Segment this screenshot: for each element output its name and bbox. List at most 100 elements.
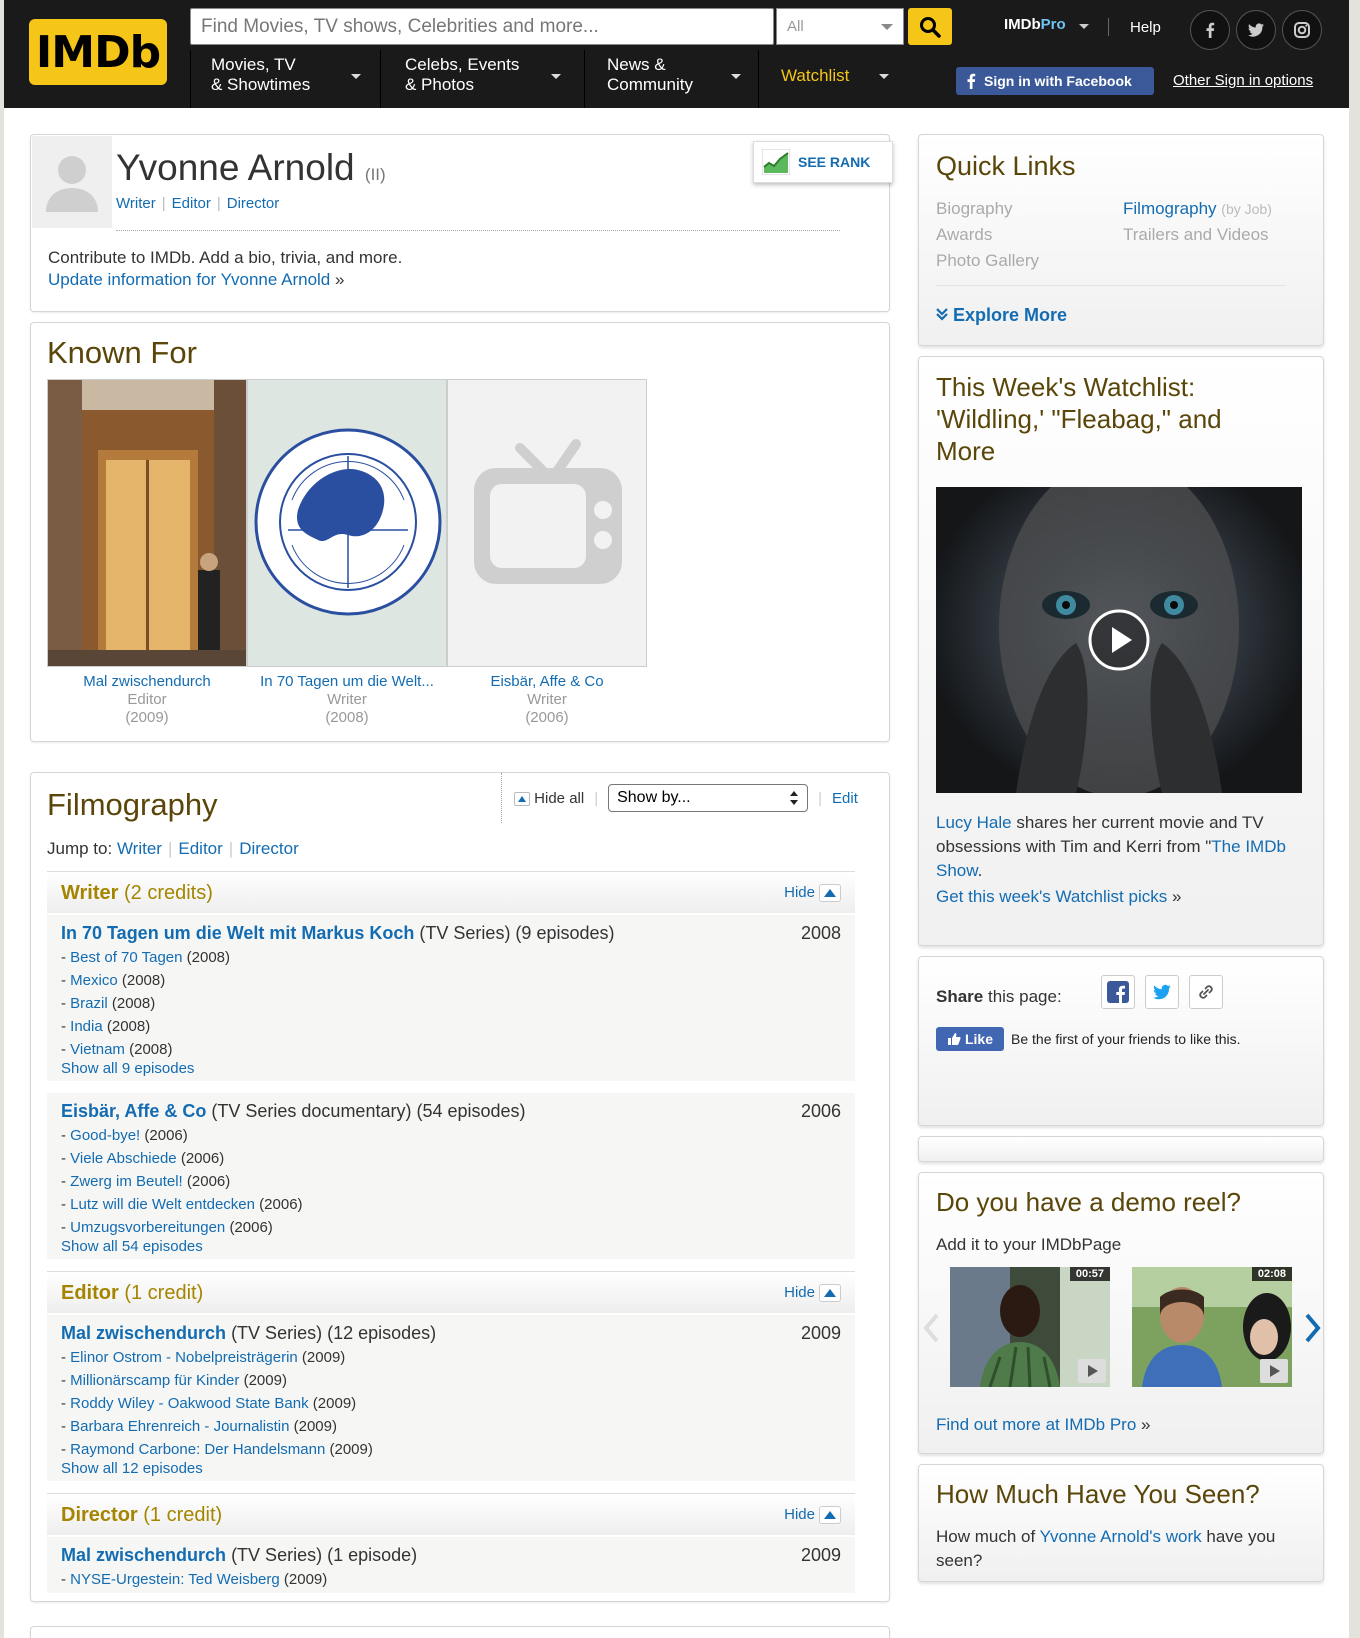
show-by-select[interactable]: Show by... — [608, 784, 809, 812]
search-input[interactable]: Find Movies, TV shows, Celebrities and m… — [190, 8, 774, 45]
biography-link[interactable]: Biography — [936, 199, 1013, 219]
episode-link[interactable]: Brazil — [70, 995, 108, 1012]
episode-link[interactable]: Good-bye! — [70, 1127, 140, 1144]
jump-editor-link[interactable]: Editor — [178, 839, 222, 858]
facebook-signin-button[interactable]: Sign in with Facebook — [956, 67, 1154, 95]
episode-link[interactable]: Vietnam — [70, 1041, 125, 1058]
instagram-icon — [1294, 22, 1310, 38]
episode-link[interactable]: Zwerg im Beutel! — [70, 1173, 183, 1190]
episode-link[interactable]: Viele Abschiede — [70, 1150, 176, 1167]
known-for-role: Writer — [527, 691, 567, 708]
known-for-title-link[interactable]: Mal zwischendurch — [83, 673, 211, 690]
twitter-social-button[interactable] — [1236, 10, 1276, 50]
by-job-label: (by Job) — [1221, 201, 1272, 217]
show-all-episodes-link[interactable]: Show all 9 episodes — [61, 1060, 194, 1077]
demo-reel-card: Do you have a demo reel? Add it to your … — [918, 1172, 1324, 1454]
other-signin-link[interactable]: Other Sign in options — [1173, 72, 1313, 89]
watchlist-picks-link[interactable]: Get this week's Watchlist picks — [936, 887, 1167, 906]
episode-link[interactable]: Barbara Ehrenreich - Journalistin — [70, 1418, 289, 1435]
episode-year: (2006) — [186, 1173, 231, 1190]
role-link-director[interactable]: Director — [227, 195, 280, 212]
episode-link[interactable]: NYSE-Urgestein: Ted Weisberg — [70, 1571, 280, 1588]
role-link-writer[interactable]: Writer — [116, 195, 156, 212]
hide-writer-button[interactable]: Hide — [784, 884, 841, 903]
nav-celebs-events[interactable]: Celebs, Events & Photos — [380, 50, 582, 108]
credit-title-link[interactable]: In 70 Tagen um die Welt mit Markus Koch — [61, 923, 414, 943]
instagram-social-button[interactable] — [1282, 10, 1322, 50]
credit-title-link[interactable]: Mal zwischendurch — [61, 1545, 226, 1565]
episode-link[interactable]: India — [70, 1018, 103, 1035]
credit-year: 2009 — [800, 1323, 841, 1343]
demo-reel-thumb-1[interactable]: 00:57 — [950, 1267, 1110, 1387]
episode-year: (2006) — [229, 1219, 273, 1236]
share-link-button[interactable] — [1189, 975, 1223, 1009]
role-link-editor[interactable]: Editor — [172, 195, 211, 212]
facebook-social-button[interactable] — [1190, 10, 1230, 50]
help-link[interactable]: Help — [1130, 19, 1161, 36]
filmography-quick-link[interactable]: Filmography (by Job) — [1123, 199, 1272, 219]
play-icon[interactable] — [1260, 1359, 1288, 1383]
imdb-logo[interactable]: IMDb — [29, 19, 167, 85]
credit-title-link[interactable]: Mal zwischendurch — [61, 1323, 226, 1343]
watchlist-title[interactable]: This Week's Watchlist: 'Wildling,' "Flea… — [936, 371, 1276, 467]
nav-news-community[interactable]: News & Community — [584, 50, 756, 108]
nav-watchlist[interactable]: Watchlist — [758, 50, 900, 108]
edit-filmography-link[interactable]: Edit — [832, 790, 858, 807]
divider: | — [167, 839, 173, 858]
hide-editor-button[interactable]: Hide — [784, 1284, 841, 1303]
imdbpro-menu[interactable]: IMDbPro — [1004, 16, 1066, 33]
known-for-year: (2006) — [525, 709, 569, 726]
nav-movies-tv[interactable]: Movies, TV & Showtimes — [190, 50, 376, 108]
chevron-right-icon[interactable] — [1305, 1313, 1321, 1343]
known-for-poster-3[interactable] — [447, 379, 647, 667]
known-for-title-link[interactable]: In 70 Tagen um die Welt... — [260, 673, 434, 690]
episode-link[interactable]: Lutz will die Welt entdecken — [70, 1196, 255, 1213]
play-icon[interactable] — [1078, 1359, 1106, 1383]
share-twitter-button[interactable] — [1145, 975, 1179, 1009]
episode-link[interactable]: Umzugsvorbereitungen — [70, 1219, 225, 1236]
show-all-episodes-link[interactable]: Show all 54 episodes — [61, 1238, 203, 1255]
imdbpro-find-out-link[interactable]: Find out more at IMDb Pro — [936, 1415, 1136, 1434]
episode-link[interactable]: Roddy Wiley - Oakwood State Bank — [70, 1395, 308, 1412]
update-info-link[interactable]: Update information for Yvonne Arnold — [48, 270, 330, 289]
see-rank-button[interactable]: SEE RANK — [753, 141, 893, 183]
person-name: Yvonne Arnold (II) — [116, 147, 386, 189]
section-count: (1 credit) — [124, 1282, 204, 1304]
search-category-value: All — [787, 18, 804, 35]
known-for-poster-2[interactable] — [247, 379, 447, 667]
episode-link[interactable]: Elinor Ostrom - Nobelpreisträgerin — [70, 1349, 298, 1366]
facebook-like-button[interactable]: Like — [936, 1027, 1004, 1051]
credit-year: 2006 — [800, 1101, 841, 1121]
chevron-left-icon[interactable] — [923, 1313, 939, 1343]
awards-link[interactable]: Awards — [936, 225, 992, 245]
show-all-episodes-link[interactable]: Show all 12 episodes — [61, 1460, 203, 1477]
episode-link[interactable]: Raymond Carbone: Der Handelsmann — [70, 1441, 325, 1458]
known-for-title-link[interactable]: Eisbär, Affe & Co — [490, 673, 603, 690]
credit-title-link[interactable]: Eisbär, Affe & Co — [61, 1101, 206, 1121]
watchlist-video[interactable] — [936, 487, 1302, 793]
chevron-down-icon — [551, 74, 561, 79]
hide-all-button[interactable]: Hide all — [514, 790, 584, 807]
photo-gallery-link[interactable]: Photo Gallery — [936, 251, 1039, 271]
search-button[interactable] — [908, 8, 952, 45]
how-much-title: How Much Have You Seen? — [936, 1479, 1260, 1509]
episode-link[interactable]: Millionärscamp für Kinder — [70, 1372, 239, 1389]
demo-reel-thumb-2[interactable]: 02:08 — [1132, 1267, 1292, 1387]
trailers-videos-link[interactable]: Trailers and Videos — [1123, 225, 1269, 245]
known-for-poster-1[interactable] — [47, 379, 247, 667]
lucy-hale-link[interactable]: Lucy Hale — [936, 813, 1012, 832]
jump-writer-link[interactable]: Writer — [117, 839, 162, 858]
play-icon[interactable] — [1088, 609, 1150, 671]
jump-director-link[interactable]: Director — [239, 839, 299, 858]
video-duration: 00:57 — [1069, 1267, 1110, 1281]
person-work-link[interactable]: Yvonne Arnold's work — [1040, 1527, 1202, 1546]
episode-link[interactable]: Mexico — [70, 972, 118, 989]
divider: | — [228, 839, 234, 858]
episode-link[interactable]: Best of 70 Tagen — [70, 949, 182, 966]
share-facebook-button[interactable] — [1101, 975, 1135, 1009]
collapse-arrow-icon — [819, 1284, 841, 1303]
explore-more-button[interactable]: Explore More — [936, 305, 1067, 326]
divider — [936, 285, 1286, 286]
hide-director-button[interactable]: Hide — [784, 1506, 841, 1525]
search-category-select[interactable]: All — [776, 8, 904, 45]
